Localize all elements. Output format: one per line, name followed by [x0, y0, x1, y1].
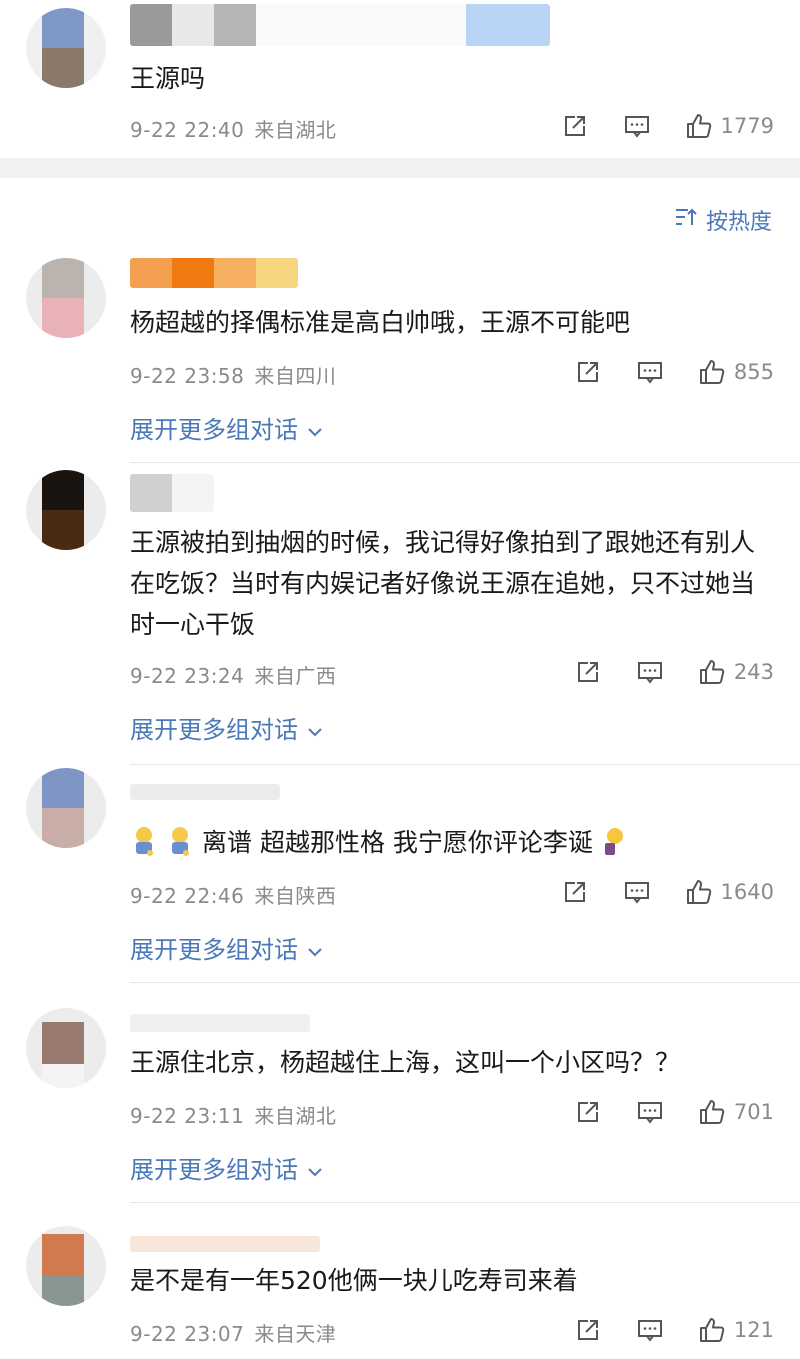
share-icon[interactable]	[574, 1098, 602, 1126]
comment-actions: 243	[574, 658, 774, 686]
comment-text: 王源住北京，杨超越住上海，这叫一个小区吗？？	[130, 1048, 681, 1077]
comment-meta: 9-22 23:58 来自四川	[130, 360, 336, 389]
comment-date: 9-22 23:58	[130, 364, 245, 388]
username-blurred[interactable]	[130, 474, 214, 512]
thumbs-up-icon	[698, 658, 726, 686]
chevron-down-icon	[306, 419, 324, 437]
reply-icon[interactable]	[623, 112, 651, 140]
thumbs-up-icon	[685, 878, 713, 906]
comment-date: 9-22 23:24	[130, 664, 245, 688]
expand-conversation-link[interactable]: 展开更多组对话	[130, 710, 324, 745]
divider	[130, 982, 800, 983]
expand-label: 展开更多组对话	[130, 1156, 298, 1184]
username-blurred[interactable]	[130, 258, 298, 288]
comment-actions: 701	[574, 1098, 774, 1126]
emoji-sticker-icon	[166, 825, 194, 857]
comment-actions: 1779	[561, 112, 774, 140]
avatar[interactable]	[26, 8, 106, 88]
comment-text: 王源被拍到抽烟的时候，我记得好像拍到了跟她还有别人在吃饭？当时有内娱记者好像说王…	[130, 528, 756, 639]
divider	[130, 462, 800, 463]
reply-icon[interactable]	[636, 658, 664, 686]
sort-label: 按热度	[705, 210, 772, 235]
chevron-down-icon	[306, 939, 324, 957]
username-blurred[interactable]	[130, 1236, 320, 1252]
sort-icon	[674, 206, 706, 234]
expand-label: 展开更多组对话	[130, 416, 298, 444]
comment-location: 来自四川	[254, 364, 337, 388]
comment-text: 是不是有一年520他俩一块儿吃寿司来着	[130, 1266, 578, 1295]
comment-date: 9-22 23:07	[130, 1322, 245, 1346]
expand-conversation-link[interactable]: 展开更多组对话	[130, 410, 324, 445]
like-button[interactable]: 1779	[685, 112, 774, 140]
expand-label: 展开更多组对话	[130, 936, 298, 964]
reply-icon[interactable]	[623, 878, 651, 906]
comment-location: 来自天津	[254, 1322, 337, 1346]
comment-text-body: 离谱 超越那性格 我宁愿你评论李诞	[202, 828, 593, 857]
emoji-sticker-icon	[130, 825, 158, 857]
comment-text: 离谱 超越那性格 我宁愿你评论李诞	[130, 822, 776, 863]
expand-conversation-link[interactable]: 展开更多组对话	[130, 1150, 324, 1185]
comment-actions: 121	[574, 1316, 774, 1344]
avatar[interactable]	[26, 1226, 106, 1306]
comment-text: 王源吗	[130, 64, 206, 93]
thumbs-up-icon	[698, 1316, 726, 1344]
section-separator	[0, 158, 800, 178]
share-icon[interactable]	[561, 878, 589, 906]
divider	[130, 764, 800, 765]
emoji-lightbulb-icon	[599, 825, 627, 857]
like-count: 1779	[720, 114, 774, 138]
like-count: 243	[733, 660, 774, 684]
share-icon[interactable]	[574, 658, 602, 686]
expand-label: 展开更多组对话	[130, 716, 298, 744]
reply-icon[interactable]	[636, 1316, 664, 1344]
avatar[interactable]	[26, 768, 106, 848]
comment-date: 9-22 23:11	[130, 1104, 245, 1128]
like-button[interactable]: 855	[698, 358, 774, 386]
comment-text: 杨超越的择偶标准是高白帅哦，王源不可能吧	[130, 308, 631, 337]
like-count: 121	[733, 1318, 774, 1342]
like-button[interactable]: 243	[698, 658, 774, 686]
like-count: 701	[733, 1100, 774, 1124]
comment-date: 9-22 22:46	[130, 884, 245, 908]
like-button[interactable]: 701	[698, 1098, 774, 1126]
chevron-down-icon	[306, 719, 324, 737]
avatar[interactable]	[26, 1008, 106, 1088]
like-button[interactable]: 121	[698, 1316, 774, 1344]
comment-meta: 9-22 23:11 来自湖北	[130, 1100, 336, 1129]
comment-meta: 9-22 22:40 来自湖北	[130, 114, 336, 143]
share-icon[interactable]	[574, 358, 602, 386]
comment-meta: 9-22 22:46 来自陕西	[130, 880, 336, 909]
comment-date: 9-22 22:40	[130, 118, 245, 142]
like-button[interactable]: 1640	[685, 878, 774, 906]
chevron-down-icon	[306, 1159, 324, 1177]
like-count: 1640	[720, 880, 774, 904]
expand-conversation-link[interactable]: 展开更多组对话	[130, 930, 324, 965]
sort-button[interactable]: 按热度	[674, 204, 772, 236]
share-icon[interactable]	[574, 1316, 602, 1344]
comment-location: 来自陕西	[254, 884, 337, 908]
thumbs-up-icon	[685, 112, 713, 140]
reply-icon[interactable]	[636, 1098, 664, 1126]
comment-location: 来自湖北	[254, 118, 337, 142]
username-blurred[interactable]	[130, 4, 550, 46]
like-count: 855	[733, 360, 774, 384]
reply-icon[interactable]	[636, 358, 664, 386]
comment-location: 来自湖北	[254, 1104, 337, 1128]
avatar[interactable]	[26, 258, 106, 338]
comment-actions: 855	[574, 358, 774, 386]
share-icon[interactable]	[561, 112, 589, 140]
username-blurred[interactable]	[130, 784, 280, 800]
comment-meta: 9-22 23:07 来自天津	[130, 1318, 336, 1347]
thumbs-up-icon	[698, 1098, 726, 1126]
username-blurred[interactable]	[130, 1014, 310, 1032]
comment-actions: 1640	[561, 878, 774, 906]
comment-meta: 9-22 23:24 来自广西	[130, 660, 336, 689]
avatar[interactable]	[26, 470, 106, 550]
divider	[130, 1202, 800, 1203]
thumbs-up-icon	[698, 358, 726, 386]
comment-location: 来自广西	[254, 664, 337, 688]
